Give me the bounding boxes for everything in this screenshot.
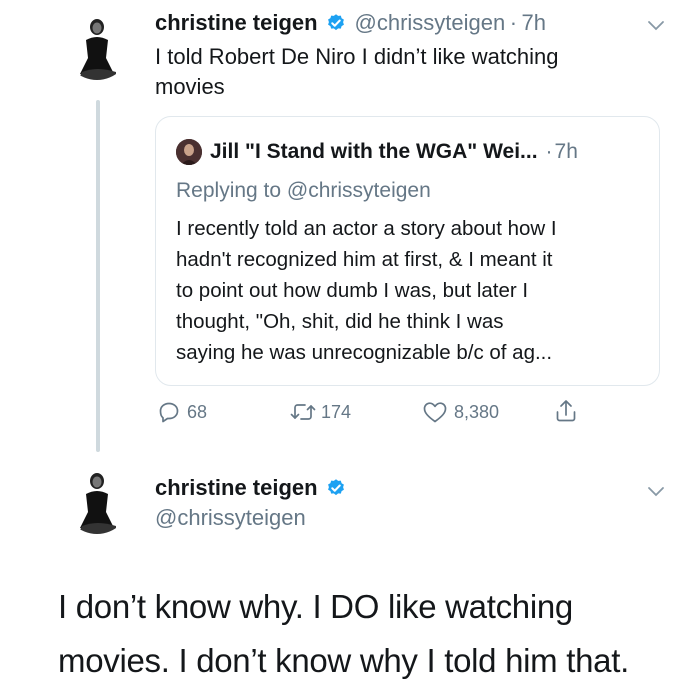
like-button[interactable]: 8,380 <box>422 400 499 424</box>
tweet1-separator: · <box>509 10 518 35</box>
retweet-count: 174 <box>321 401 352 422</box>
reply-button[interactable]: 68 <box>157 400 207 424</box>
tweet1-handle[interactable]: @chrissyteigen <box>355 10 506 35</box>
reply-count: 68 <box>187 401 208 422</box>
quote-text: I recently told an actor a story about h… <box>176 213 557 368</box>
avatar-christine-teigen[interactable] <box>64 14 130 80</box>
quote-author-name[interactable]: Jill "I Stand with the WGA" Wei... <box>210 140 538 164</box>
tweet1-author-name[interactable]: christine teigen <box>155 10 318 35</box>
quote-text-line: I recently told an actor a story about h… <box>176 217 557 240</box>
retweet-button[interactable]: 174 <box>289 400 351 424</box>
quoted-tweet-card[interactable]: Jill "I Stand with the WGA" Wei... · 7h … <box>155 116 660 386</box>
tweet1-text-line2: movies <box>155 74 225 99</box>
quote-text-line: hadn't recognized him at first, & I mean… <box>176 248 553 271</box>
replying-to: Replying to @chrissyteigen <box>176 179 431 203</box>
tweet1-time[interactable]: 7h <box>521 10 545 35</box>
tweet2-author-name[interactable]: christine teigen <box>155 475 318 500</box>
quote-header: Jill "I Stand with the WGA" Wei... · 7h <box>176 139 578 165</box>
tweet2-header: christine teigen <box>155 475 350 503</box>
tweet2-text: I don’t know why. I DO like watching mov… <box>58 580 629 688</box>
reply-icon <box>159 402 179 423</box>
chevron-down-icon[interactable] <box>646 484 666 503</box>
tweet2-text-line1: I don’t know why. I DO like watching <box>58 588 573 625</box>
tweet2-text-line2: movies. I don’t know why I told him that… <box>58 642 629 679</box>
tweet1-header: christine teigen @chrissyteigen · 7h <box>155 10 546 38</box>
tweet1-text: I told Robert De Niro I didn’t like watc… <box>155 42 559 102</box>
quote-time: 7h <box>554 140 578 163</box>
replying-handle[interactable]: @chrissyteigen <box>287 179 431 202</box>
tweet1-text-line1: I told Robert De Niro I didn’t like watc… <box>155 44 559 69</box>
quote-text-line: saying he was unrecognizable b/c of ag..… <box>176 341 553 364</box>
quote-text-line: thought, "Oh, shit, did he think I was <box>176 310 504 333</box>
replying-prefix: Replying to <box>176 179 282 202</box>
quote-text-line: to point out how dumb I was, but later I <box>176 279 529 302</box>
verified-badge-icon <box>326 478 346 503</box>
share-icon <box>556 400 576 422</box>
quote-author-avatar[interactable] <box>176 139 202 165</box>
verified-badge-icon <box>326 13 346 38</box>
share-button[interactable] <box>554 398 578 424</box>
avatar-christine-teigen-2[interactable] <box>64 468 130 534</box>
retweet-icon <box>290 404 316 420</box>
like-count: 8,380 <box>454 401 500 422</box>
chevron-down-icon[interactable] <box>646 18 666 37</box>
like-icon <box>423 402 447 423</box>
tweet2-handle[interactable]: @chrissyteigen <box>155 505 306 531</box>
thread-line <box>96 100 100 452</box>
quote-separator: · <box>545 140 553 163</box>
